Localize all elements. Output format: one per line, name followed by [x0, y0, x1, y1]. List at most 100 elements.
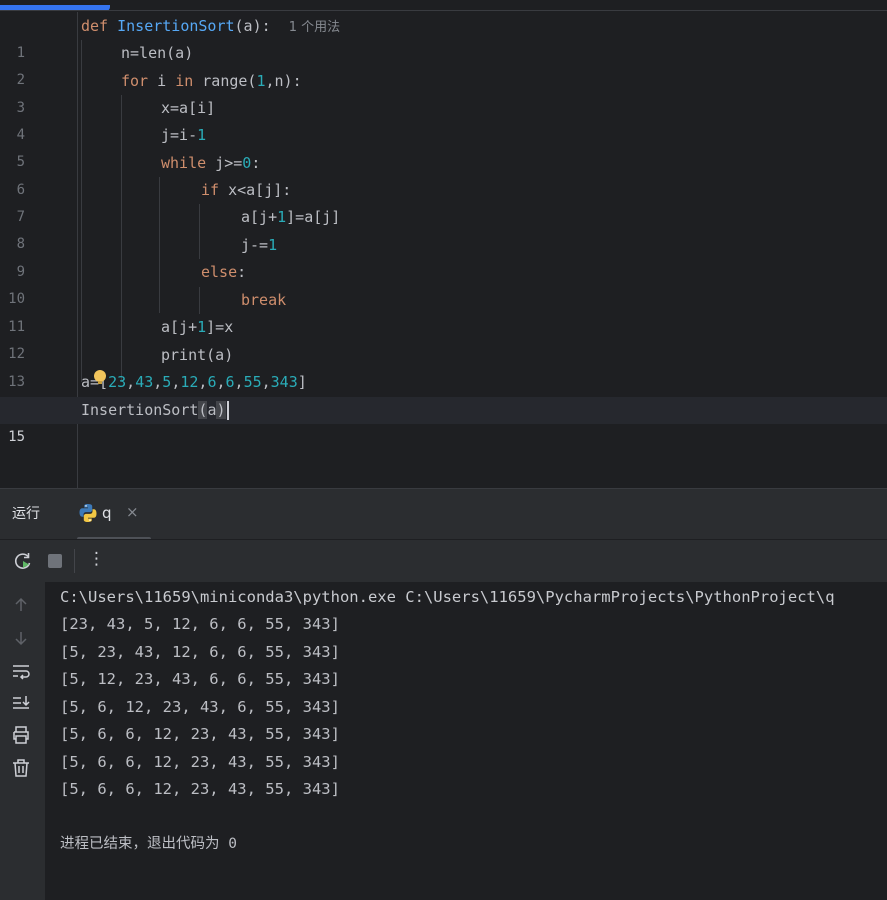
code-line-12[interactable]: 12 a[j+1]=x — [0, 314, 887, 362]
code-line-15[interactable]: 15 InsertionSort(a) — [0, 397, 887, 445]
code-token: ] — [297, 373, 307, 391]
run-toolbar: ⋮ — [0, 539, 887, 582]
soft-wrap-icon[interactable] — [10, 660, 32, 682]
arrow-up-icon[interactable] — [10, 594, 32, 616]
code-token: , — [234, 373, 244, 391]
usage-hint[interactable]: 1 个用法 — [289, 20, 340, 35]
code-token: j>= — [206, 154, 243, 172]
code-line-4[interactable]: 4 x=a[i] — [0, 95, 887, 143]
print-icon[interactable] — [10, 724, 32, 746]
code-token: ]=a[j] — [286, 208, 341, 226]
code-line-5[interactable]: 5 j=i-1 — [0, 122, 887, 170]
code-token: a[j+ — [241, 208, 278, 226]
number-literal: 1 — [256, 72, 266, 90]
code-token: : — [251, 154, 261, 172]
keyword-while: while — [161, 154, 207, 172]
number-literal: 1 — [277, 208, 287, 226]
code-token: InsertionSort — [81, 401, 199, 419]
number-literal: 1 — [197, 318, 207, 336]
rerun-icon[interactable] — [12, 550, 34, 572]
code-token: ,n): — [265, 72, 302, 90]
code-token: : — [237, 263, 247, 281]
number-literal: 1 — [197, 126, 207, 144]
code-text: def InsertionSort(a): 1 个用法 — [81, 13, 340, 41]
trash-icon[interactable] — [10, 757, 32, 779]
run-panel-title: 运行 — [12, 506, 40, 522]
code-line-8[interactable]: 8 a[j+1]=a[j] — [0, 204, 887, 252]
number-literal: 43 — [135, 373, 154, 391]
code-line-6[interactable]: 6 while j>=0: — [0, 150, 887, 198]
pycharm-window: 1 def InsertionSort(a): 1 个用法 2 n=len(a)… — [0, 0, 887, 900]
keyword-def: def — [81, 17, 109, 35]
code-token: j=i- — [161, 126, 198, 144]
number-literal: 6 — [225, 373, 235, 391]
text-caret — [226, 401, 229, 420]
code-text: if x<a[j]: — [201, 177, 291, 204]
code-text: a[j+1]=a[j] — [241, 204, 340, 231]
more-options-icon[interactable]: ⋮ — [88, 549, 105, 569]
process-exit-message: 进程已结束，退出代码为 0 — [60, 836, 237, 852]
number-literal: 343 — [270, 373, 298, 391]
number-literal: 55 — [243, 373, 262, 391]
code-line-3[interactable]: 3 for i in range(1,n): — [0, 68, 887, 116]
editor-top-border — [0, 10, 887, 11]
code-text: a[j+1]=x — [161, 314, 233, 341]
code-token: , — [261, 373, 271, 391]
code-line-10[interactable]: 10 else: — [0, 259, 887, 307]
close-icon[interactable]: × — [126, 503, 139, 521]
scroll-to-end-icon[interactable] — [10, 692, 32, 714]
code-text: j-=1 — [241, 232, 277, 259]
code-line-9[interactable]: 9 j-=1 — [0, 232, 887, 280]
run-console[interactable]: C:\Users\11659\miniconda3\python.exe C:\… — [45, 582, 887, 900]
number-literal: 23 — [108, 373, 127, 391]
number-literal: 12 — [180, 373, 199, 391]
code-line-2[interactable]: 2 n=len(a) — [0, 40, 887, 88]
console-output-line: [5, 6, 6, 12, 23, 43, 55, 343] — [60, 780, 340, 798]
console-command-line: C:\Users\11659\miniconda3\python.exe C:\… — [60, 588, 835, 606]
code-text: x=a[i] — [161, 99, 216, 117]
code-text: for i in range(1,n): — [121, 68, 302, 95]
number-literal: 1 — [268, 236, 278, 254]
code-text: n=len(a) — [121, 44, 194, 62]
code-line-1[interactable]: 1 def InsertionSort(a): 1 个用法 — [0, 13, 887, 61]
console-output-line: [5, 6, 12, 23, 43, 6, 55, 343] — [60, 698, 340, 716]
code-text: while j>=0: — [161, 150, 260, 177]
code-line-11[interactable]: 11 break — [0, 287, 887, 335]
run-tool-window-header: 运行 q × — [0, 488, 887, 540]
stop-icon[interactable] — [44, 550, 66, 572]
code-token: , — [171, 373, 181, 391]
matched-paren: ) — [216, 401, 226, 419]
console-output-line: [23, 43, 5, 12, 6, 6, 55, 343] — [60, 615, 340, 633]
console-output-line: [5, 12, 23, 43, 6, 6, 55, 343] — [60, 670, 340, 688]
arrow-down-icon[interactable] — [10, 627, 32, 649]
code-token: , — [126, 373, 136, 391]
code-text: print(a) — [161, 346, 234, 364]
lightbulb-icon[interactable] — [94, 370, 106, 384]
keyword-for: for — [121, 72, 149, 90]
code-line-13[interactable]: 13 print(a) — [0, 342, 887, 390]
console-output-line: [5, 6, 6, 12, 23, 43, 55, 343] — [60, 725, 340, 743]
code-text: InsertionSort(a) — [81, 397, 229, 424]
run-tab-label: q — [102, 504, 112, 522]
code-token: x<a[j]: — [219, 181, 292, 199]
toolbar-separator — [74, 549, 75, 573]
code-token: range( — [193, 72, 257, 90]
code-editor[interactable]: 1 def InsertionSort(a): 1 个用法 2 n=len(a)… — [0, 0, 887, 488]
code-token: j-= — [241, 236, 269, 254]
run-tab-q[interactable]: q × — [72, 489, 151, 540]
keyword-in: in — [175, 72, 194, 90]
keyword-if: if — [201, 181, 220, 199]
console-output-line: [5, 23, 43, 12, 6, 6, 55, 343] — [60, 643, 340, 661]
code-text: j=i-1 — [161, 122, 206, 149]
number-literal: 0 — [242, 154, 252, 172]
code-line-14[interactable]: 14 a=[23,43,5,12,6,6,55,343] — [0, 369, 887, 417]
code-line-7[interactable]: 7 if x<a[j]: — [0, 177, 887, 225]
code-token: ]=x — [206, 318, 234, 336]
function-name: InsertionSort — [117, 17, 235, 35]
line-number: 15 — [8, 429, 25, 445]
code-text: a=[23,43,5,12,6,6,55,343] — [81, 369, 307, 396]
number-literal: 5 — [162, 373, 172, 391]
keyword-break: break — [241, 291, 287, 309]
code-token: , — [216, 373, 226, 391]
keyword-else: else — [201, 263, 238, 281]
